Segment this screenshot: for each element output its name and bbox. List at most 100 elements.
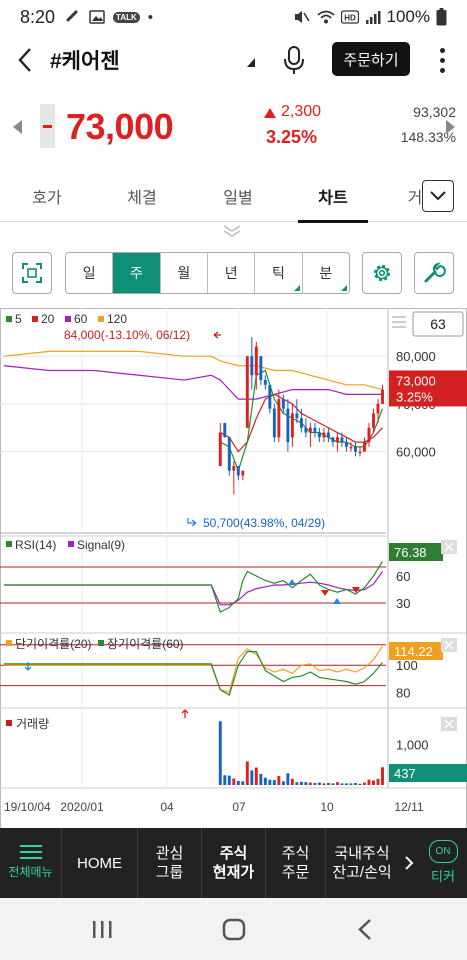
menu-icon: [19, 844, 42, 859]
rsi-down-marker-icon: [333, 598, 341, 604]
nav-scroll-right[interactable]: [398, 828, 419, 898]
ma60-line: [3, 365, 383, 400]
volume-bar: [326, 782, 330, 785]
nav-stock-order-label: 주식 주문: [281, 845, 310, 881]
volume-bar: [322, 783, 326, 785]
period-week[interactable]: 주: [113, 253, 161, 293]
long-disparity-line: [4, 651, 383, 697]
candle-body: [290, 413, 294, 438]
chart-toolbar: 일 주 월 년 틱 분: [0, 252, 467, 298]
legend-swatch-ma20: [32, 316, 38, 322]
low-annotation: 50,700(43.98%, 04/29): [203, 516, 325, 530]
stock-chart[interactable]: 80,00070,00060,0005206012084,000(-13.10%…: [0, 308, 467, 829]
candle-body: [218, 432, 222, 466]
candle-body: [322, 432, 326, 438]
next-stock-arrow-icon[interactable]: [446, 120, 455, 134]
tab-dropdown-button[interactable]: [422, 180, 454, 212]
price-tick-label: 80,000: [396, 349, 436, 364]
chevron-left-icon: [18, 48, 31, 72]
home-icon[interactable]: [222, 918, 246, 941]
app-root: 8:20 TALK • HD 100% #케어젠 주문하기 73,000 2,3…: [0, 0, 467, 960]
all-menu-button[interactable]: 전체메뉴: [0, 828, 62, 898]
ticker-toggle[interactable]: ON 티커: [419, 828, 467, 898]
legend-swatch-ma120: [98, 316, 104, 322]
kakaotalk-icon: TALK: [113, 11, 140, 23]
order-button[interactable]: 주문하기: [332, 42, 410, 76]
volume-bar: [223, 775, 227, 785]
candle-body: [245, 356, 249, 428]
volume-bar: [308, 782, 312, 785]
fullscreen-icon: [22, 263, 42, 283]
tab-chart[interactable]: 차트: [303, 184, 363, 208]
tab-daily[interactable]: 일별: [208, 184, 268, 208]
price-summary: 73,000 2,300 3.25% 93,302 148.33%: [0, 96, 467, 162]
volume-bar: [245, 761, 249, 785]
nav-balance[interactable]: 국내주식 잔고/손익: [326, 828, 398, 898]
disparity-legend-swatch: [6, 640, 12, 646]
candle-body: [353, 446, 357, 452]
dropdown-corner-icon: [293, 285, 300, 291]
back-nav-icon[interactable]: [358, 919, 371, 940]
rsi-legend-swatch: [68, 541, 74, 547]
volume-bar: [241, 781, 245, 785]
disparity-value: 114.22: [394, 644, 433, 659]
candle-body: [223, 423, 227, 438]
volume-bar: [340, 783, 344, 785]
volume-up-marker-icon: [181, 709, 189, 718]
nav-stock-order[interactable]: 주식 주문: [266, 828, 326, 898]
legend-label-ma60: 60: [74, 312, 88, 326]
volume-bar: [218, 721, 222, 785]
volume-bar: [254, 767, 258, 785]
up-triangle-icon: [264, 108, 276, 118]
period-day-label: 일: [82, 265, 96, 281]
period-tick[interactable]: 틱: [255, 253, 303, 293]
candle-body: [250, 356, 254, 376]
period-minute[interactable]: 분: [303, 253, 349, 293]
wrench-icon: [424, 262, 446, 283]
back-button[interactable]: [0, 34, 50, 86]
chart-tools-button[interactable]: [414, 252, 454, 294]
gallery-icon: [89, 9, 105, 25]
fullscreen-button[interactable]: [12, 252, 52, 294]
candle-body: [295, 413, 299, 419]
nav-watchlist[interactable]: 관심 그룹: [138, 828, 202, 898]
chart-settings-button[interactable]: [362, 252, 402, 294]
collapse-handle-icon[interactable]: [220, 224, 244, 238]
disparity-tick-label: 100: [396, 658, 418, 673]
stock-dropdown-icon[interactable]: [247, 58, 255, 67]
period-month[interactable]: 월: [161, 253, 208, 293]
mute-icon: [293, 9, 311, 25]
chevron-right-icon: [404, 856, 413, 870]
trade-volume: 93,302: [413, 104, 456, 120]
nav-stock-price[interactable]: 주식 현재가: [202, 828, 266, 898]
period-minute-label: 분: [319, 265, 333, 281]
dropdown-corner-icon: [340, 285, 347, 291]
volume-bar: [263, 777, 267, 785]
legend-swatch-ma60: [65, 316, 71, 322]
period-input-value: 63: [430, 316, 446, 332]
nav-home[interactable]: HOME: [62, 828, 138, 898]
tab-trades[interactable]: 체결: [112, 184, 172, 208]
hd-icon: HD: [340, 10, 359, 24]
chevron-down-icon: [430, 191, 446, 201]
chart-svg[interactable]: 80,00070,00060,0005206012084,000(-13.10%…: [0, 308, 467, 829]
more-menu-button[interactable]: [432, 42, 452, 78]
period-selector: 일 주 월 년 틱 분: [65, 252, 350, 294]
stock-name[interactable]: #케어젠: [50, 45, 120, 75]
microphone-icon: [284, 46, 304, 74]
rsi-value: 76.38: [394, 545, 427, 560]
volume-bar: [363, 782, 366, 785]
tab-bar: 호가 체결 일별 차트 거: [0, 172, 467, 223]
x-tick-label: 07: [232, 800, 246, 814]
prev-stock-arrow-icon[interactable]: [13, 120, 22, 134]
disparity-legend-label: 단기이격률(20): [15, 637, 92, 651]
period-day[interactable]: 일: [66, 253, 114, 293]
mic-button[interactable]: [282, 44, 306, 76]
tab-orderbook[interactable]: 호가: [17, 184, 77, 208]
period-year[interactable]: 년: [208, 253, 256, 293]
candle-body: [363, 442, 366, 452]
recent-apps-icon[interactable]: [93, 921, 112, 938]
volume-bar: [335, 782, 339, 785]
battery-icon: [436, 8, 447, 26]
volume-legend-swatch: [6, 720, 12, 726]
